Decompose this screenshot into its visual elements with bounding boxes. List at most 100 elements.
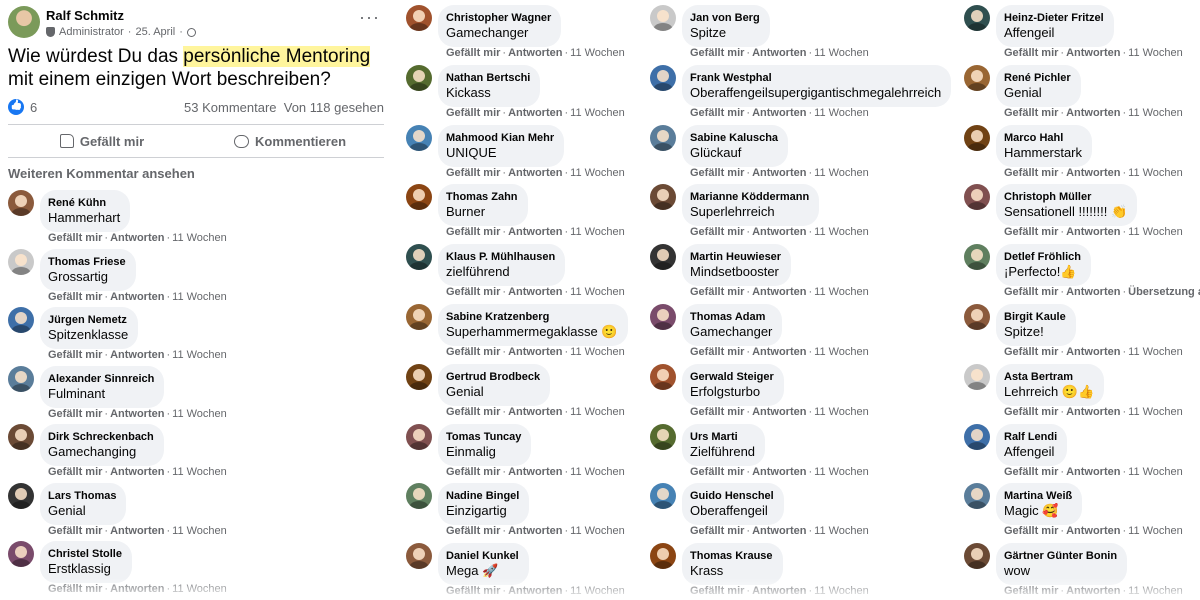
author-avatar[interactable] bbox=[8, 6, 40, 38]
commenter-name[interactable]: Alexander Sinnreich bbox=[48, 372, 154, 386]
comment-like-link[interactable]: Gefällt mir bbox=[1004, 585, 1058, 597]
comment-time[interactable]: 11 Wochen bbox=[1128, 525, 1183, 537]
comment-time[interactable]: 11 Wochen bbox=[814, 466, 869, 478]
comment-reply-link[interactable]: Antworten bbox=[508, 585, 562, 597]
commenter-avatar[interactable] bbox=[650, 125, 676, 151]
commenter-avatar[interactable] bbox=[964, 5, 990, 31]
comment-reply-link[interactable]: Antworten bbox=[508, 167, 562, 179]
commenter-avatar[interactable] bbox=[964, 184, 990, 210]
commenter-name[interactable]: Nadine Bingel bbox=[446, 489, 519, 503]
commenter-avatar[interactable] bbox=[964, 125, 990, 151]
comment-reply-link[interactable]: Antworten bbox=[752, 107, 806, 119]
commenter-avatar[interactable] bbox=[406, 424, 432, 450]
commenter-avatar[interactable] bbox=[8, 541, 34, 567]
commenter-name[interactable]: Gärtner Günter Bonin bbox=[1004, 549, 1117, 563]
comment-time[interactable]: 11 Wochen bbox=[814, 226, 869, 238]
commenter-avatar[interactable] bbox=[8, 424, 34, 450]
commenter-name[interactable]: Marianne Köddermann bbox=[690, 190, 809, 204]
commenter-name[interactable]: Tomas Tuncay bbox=[446, 430, 521, 444]
commenter-name[interactable]: Mahmood Kian Mehr bbox=[446, 131, 554, 145]
commenter-avatar[interactable] bbox=[964, 304, 990, 330]
comment-like-link[interactable]: Gefällt mir bbox=[48, 525, 102, 537]
commenter-avatar[interactable] bbox=[650, 364, 676, 390]
comment-time[interactable]: 11 Wochen bbox=[1128, 346, 1183, 358]
commenter-avatar[interactable] bbox=[650, 184, 676, 210]
comment-reply-link[interactable]: Antworten bbox=[508, 466, 562, 478]
comment-like-link[interactable]: Gefällt mir bbox=[1004, 406, 1058, 418]
commenter-avatar[interactable] bbox=[650, 424, 676, 450]
commenter-avatar[interactable] bbox=[406, 483, 432, 509]
commenter-name[interactable]: Asta Bertram bbox=[1004, 370, 1094, 384]
comment-reply-link[interactable]: Antworten bbox=[110, 525, 164, 537]
commenter-name[interactable]: Gertrud Brodbeck bbox=[446, 370, 540, 384]
comment-like-link[interactable]: Gefällt mir bbox=[446, 286, 500, 298]
comment-reply-link[interactable]: Antworten bbox=[508, 107, 562, 119]
comment-time[interactable]: 11 Wochen bbox=[172, 525, 227, 537]
commenter-name[interactable]: Ralf Lendi bbox=[1004, 430, 1057, 444]
comment-like-link[interactable]: Gefällt mir bbox=[48, 291, 102, 303]
comment-time[interactable]: 11 Wochen bbox=[172, 408, 227, 420]
commenter-avatar[interactable] bbox=[650, 65, 676, 91]
commenter-name[interactable]: Dirk Schreckenbach bbox=[48, 430, 154, 444]
comment-like-link[interactable]: Gefällt mir bbox=[446, 47, 500, 59]
commenter-avatar[interactable] bbox=[964, 483, 990, 509]
commenter-name[interactable]: Klaus P. Mühlhausen bbox=[446, 250, 555, 264]
commenter-name[interactable]: Sabine Kaluscha bbox=[690, 131, 778, 145]
commenter-avatar[interactable] bbox=[964, 424, 990, 450]
comment-time[interactable]: 11 Wochen bbox=[172, 583, 227, 595]
comment-reply-link[interactable]: Antworten bbox=[752, 585, 806, 597]
comment-like-link[interactable]: Gefällt mir bbox=[690, 525, 744, 537]
comment-like-link[interactable]: Gefällt mir bbox=[1004, 107, 1058, 119]
comment-button[interactable]: Kommentieren bbox=[196, 125, 384, 157]
comment-like-link[interactable]: Gefällt mir bbox=[48, 408, 102, 420]
comment-reply-link[interactable]: Antworten bbox=[110, 583, 164, 595]
comment-time[interactable]: 11 Wochen bbox=[814, 286, 869, 298]
commenter-name[interactable]: Christopher Wagner bbox=[446, 11, 551, 25]
comment-reply-link[interactable]: Antworten bbox=[752, 226, 806, 238]
comment-like-link[interactable]: Gefällt mir bbox=[1004, 226, 1058, 238]
comment-reply-link[interactable]: Antworten bbox=[1066, 466, 1120, 478]
commenter-avatar[interactable] bbox=[964, 543, 990, 569]
comment-time[interactable]: 11 Wochen bbox=[570, 406, 625, 418]
commenter-name[interactable]: Christoph Müller bbox=[1004, 190, 1127, 204]
commenter-avatar[interactable] bbox=[406, 125, 432, 151]
comment-reply-link[interactable]: Antworten bbox=[752, 406, 806, 418]
comment-reply-link[interactable]: Antworten bbox=[752, 286, 806, 298]
comment-time[interactable]: 11 Wochen bbox=[172, 349, 227, 361]
commenter-avatar[interactable] bbox=[406, 244, 432, 270]
comment-reply-link[interactable]: Antworten bbox=[752, 167, 806, 179]
comment-time[interactable]: 11 Wochen bbox=[570, 346, 625, 358]
commenter-avatar[interactable] bbox=[8, 366, 34, 392]
commenter-name[interactable]: Martin Heuwieser bbox=[690, 250, 781, 264]
comments-count[interactable]: 53 Kommentare bbox=[184, 100, 277, 115]
commenter-name[interactable]: Sabine Kratzenberg bbox=[446, 310, 618, 324]
commenter-name[interactable]: Jürgen Nemetz bbox=[48, 313, 128, 327]
commenter-name[interactable]: Martina Weiß bbox=[1004, 489, 1072, 503]
comment-time[interactable]: 11 Wochen bbox=[172, 466, 227, 478]
commenter-name[interactable]: Thomas Krause bbox=[690, 549, 773, 563]
commenter-avatar[interactable] bbox=[406, 65, 432, 91]
comment-time[interactable]: 11 Wochen bbox=[570, 226, 625, 238]
comment-like-link[interactable]: Gefällt mir bbox=[1004, 167, 1058, 179]
comment-like-link[interactable]: Gefällt mir bbox=[48, 583, 102, 595]
comment-like-link[interactable]: Gefällt mir bbox=[446, 466, 500, 478]
commenter-name[interactable]: Lars Thomas bbox=[48, 489, 116, 503]
commenter-avatar[interactable] bbox=[964, 244, 990, 270]
comment-like-link[interactable]: Gefällt mir bbox=[446, 346, 500, 358]
comment-reply-link[interactable]: Antworten bbox=[752, 47, 806, 59]
comment-time[interactable]: 11 Wochen bbox=[1128, 466, 1183, 478]
comment-like-link[interactable]: Gefällt mir bbox=[690, 346, 744, 358]
comment-time[interactable]: 11 Wochen bbox=[570, 286, 625, 298]
commenter-name[interactable]: Gerwald Steiger bbox=[690, 370, 774, 384]
comment-time[interactable]: 11 Wochen bbox=[814, 346, 869, 358]
comment-time[interactable]: 11 Wochen bbox=[814, 107, 869, 119]
comment-like-link[interactable]: Gefällt mir bbox=[690, 406, 744, 418]
commenter-avatar[interactable] bbox=[8, 249, 34, 275]
commenter-name[interactable]: Urs Marti bbox=[690, 430, 755, 444]
comment-reply-link[interactable]: Antworten bbox=[110, 291, 164, 303]
commenter-name[interactable]: Thomas Adam bbox=[690, 310, 772, 324]
commenter-name[interactable]: Nathan Bertschi bbox=[446, 71, 530, 85]
commenter-avatar[interactable] bbox=[406, 184, 432, 210]
post-date[interactable]: 25. April bbox=[135, 26, 175, 38]
commenter-avatar[interactable] bbox=[406, 543, 432, 569]
